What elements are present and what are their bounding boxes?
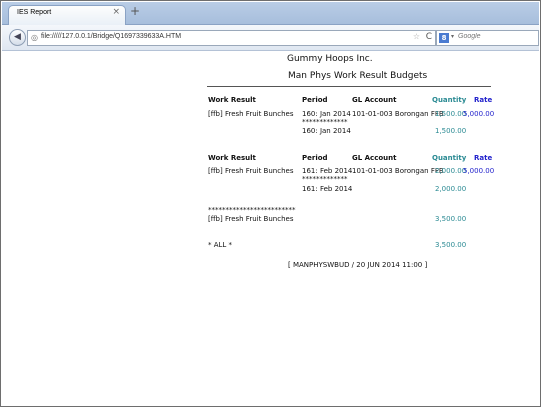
report-footer: [ MANPHYSWBUD / 20 JUN 2014 11:00 ]	[288, 261, 428, 269]
search-bar[interactable]: 8 ▾	[436, 30, 539, 46]
period-cell: 161: Feb 2014	[302, 167, 353, 175]
url-text[interactable]: file://///127.0.0.1/Bridge/Q1697339633A.…	[41, 33, 181, 40]
divider	[207, 86, 491, 87]
header-period: Period	[302, 154, 328, 162]
bookmark-star-icon[interactable]: ☆	[413, 32, 420, 41]
gl-account-cell: 101-01-003 Borongan FFB	[352, 110, 444, 118]
total-quantity: 3,500.00	[435, 215, 467, 223]
chevron-down-icon[interactable]: ▾	[451, 33, 454, 40]
subtotal-period: 161: Feb 2014	[302, 185, 353, 193]
header-work-result: Work Result	[208, 96, 256, 104]
globe-icon: ◎	[31, 33, 38, 42]
header-gl-account: GL Account	[352, 96, 397, 104]
browser-window: IES Report × + ◀ ◎ file://///127.0.0.1/B…	[0, 0, 541, 407]
total-work-result: [ffb] Fresh Fruit Bunches	[208, 215, 294, 223]
address-bar[interactable]: ◎ file://///127.0.0.1/Bridge/Q1697339633…	[27, 30, 436, 46]
new-tab-button[interactable]: +	[130, 4, 140, 18]
subtotal-separator: *************	[302, 118, 348, 126]
report-title: Man Phys Work Result Budgets	[288, 71, 428, 81]
quantity-cell: 1,500.00	[435, 110, 467, 118]
close-icon[interactable]: ×	[112, 7, 120, 17]
all-label: * ALL *	[208, 241, 233, 249]
report-page: Gummy Hoops Inc. Man Phys Work Result Bu…	[2, 51, 539, 405]
rate-cell: 5,000.00	[463, 110, 495, 118]
header-period: Period	[302, 96, 328, 104]
search-input[interactable]	[458, 33, 528, 40]
period-cell: 160: Jan 2014	[302, 110, 351, 118]
total-separator: *************************	[208, 206, 296, 214]
header-quantity: Quantity	[432, 96, 467, 104]
all-quantity: 3,500.00	[435, 241, 467, 249]
work-result-cell: [ffb] Fresh Fruit Bunches	[208, 110, 294, 118]
subtotal-period: 160: Jan 2014	[302, 127, 351, 135]
navigation-bar: ◀ ◎ file://///127.0.0.1/Bridge/Q16973396…	[2, 25, 539, 51]
subtotal-quantity: 1,500.00	[435, 127, 467, 135]
header-work-result: Work Result	[208, 154, 256, 162]
back-button[interactable]: ◀	[9, 29, 26, 46]
quantity-cell: 2,000.00	[435, 167, 467, 175]
subtotal-quantity: 2,000.00	[435, 185, 467, 193]
reload-icon[interactable]: C	[426, 32, 432, 42]
tab-strip: IES Report × +	[2, 2, 539, 25]
header-quantity: Quantity	[432, 154, 467, 162]
tab-title: IES Report	[17, 9, 52, 16]
gl-account-cell: 101-01-003 Borongan FFB	[352, 167, 444, 175]
subtotal-separator: *************	[302, 175, 348, 183]
header-rate: Rate	[474, 96, 493, 104]
header-rate: Rate	[474, 154, 493, 162]
header-gl-account: GL Account	[352, 154, 397, 162]
search-engine-icon[interactable]: 8	[439, 33, 449, 43]
work-result-cell: [ffb] Fresh Fruit Bunches	[208, 167, 294, 175]
company-name: Gummy Hoops Inc.	[287, 54, 373, 64]
tab-ies-report[interactable]: IES Report ×	[8, 5, 126, 25]
rate-cell: 5,000.00	[463, 167, 495, 175]
